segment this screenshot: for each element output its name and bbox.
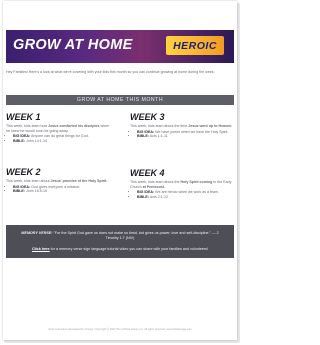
document-page: GROW AT HOME HEROIC Hey Families! Here's… [3, 1, 237, 340]
week-4-title: WEEK 4 [130, 168, 165, 178]
memory-verse-box: MEMORY VERSE: "For the Spirit God gave u… [6, 225, 234, 258]
heroic-logo-text: HEROIC [173, 39, 217, 52]
week-2-block: WEEK 2 This week, kids learn about Jesus… [6, 167, 110, 194]
section-heading-label: GROW AT HOME THIS MONTH [76, 97, 164, 103]
week-1-block: WEEK 1 This week, kids learn how Jesus c… [6, 112, 110, 143]
header-banner: GROW AT HOME HEROIC [6, 30, 234, 63]
week-1-summary: This week, kids learn how Jesus comforte… [6, 124, 110, 133]
week-1-bible: BIBLE: John 14:1-14 [13, 139, 110, 144]
page-title: GROW AT HOME [13, 37, 133, 53]
week-2-list: BIG IDEA: God gives everyone a mission. … [6, 185, 110, 194]
week-2-summary: This week, kids learn about Jesus' promi… [6, 179, 108, 183]
week-4-bible: BIBLE: Acts 2:1-12 [137, 195, 234, 200]
week-2-bible: BIBLE: John 16:5-15 [13, 189, 110, 194]
week-3-bible: BIBLE: Acts 1:1-11 [137, 134, 234, 139]
heroic-logo: HEROIC [166, 36, 224, 55]
week-2-title: WEEK 2 [6, 167, 41, 177]
week-4-list: BIG IDEA: We are heroic when we work as … [130, 190, 234, 199]
week-3-list: BIG IDEA: We have power when we have the… [130, 130, 234, 139]
intro-text: Hey Families! Here's a look at what we'r… [6, 70, 215, 74]
section-heading: GROW AT HOME THIS MONTH [6, 95, 234, 105]
footer-copyright: Grow Curriculum developed by Orange | Co… [48, 328, 192, 331]
week-4-summary: This week, kids learn about the Holy Spi… [130, 180, 232, 189]
click-here-link[interactable]: Click here [32, 247, 50, 251]
week-1-title: WEEK 1 [6, 112, 41, 122]
week-1-list: BIG IDEA: Anyone can do great things for… [6, 134, 110, 143]
memory-verse: MEMORY VERSE: "For the Spirit God gave u… [21, 231, 219, 240]
week-3-block: WEEK 3 This week, kids learn about the t… [130, 112, 234, 139]
week-4-block: WEEK 4 This week, kids learn about the H… [130, 168, 234, 199]
week-3-title: WEEK 3 [130, 112, 165, 122]
week-3-summary: This week, kids learn about the time Jes… [130, 124, 233, 128]
memory-verse-link-line: Click here for a memory verse sign langu… [31, 247, 209, 251]
